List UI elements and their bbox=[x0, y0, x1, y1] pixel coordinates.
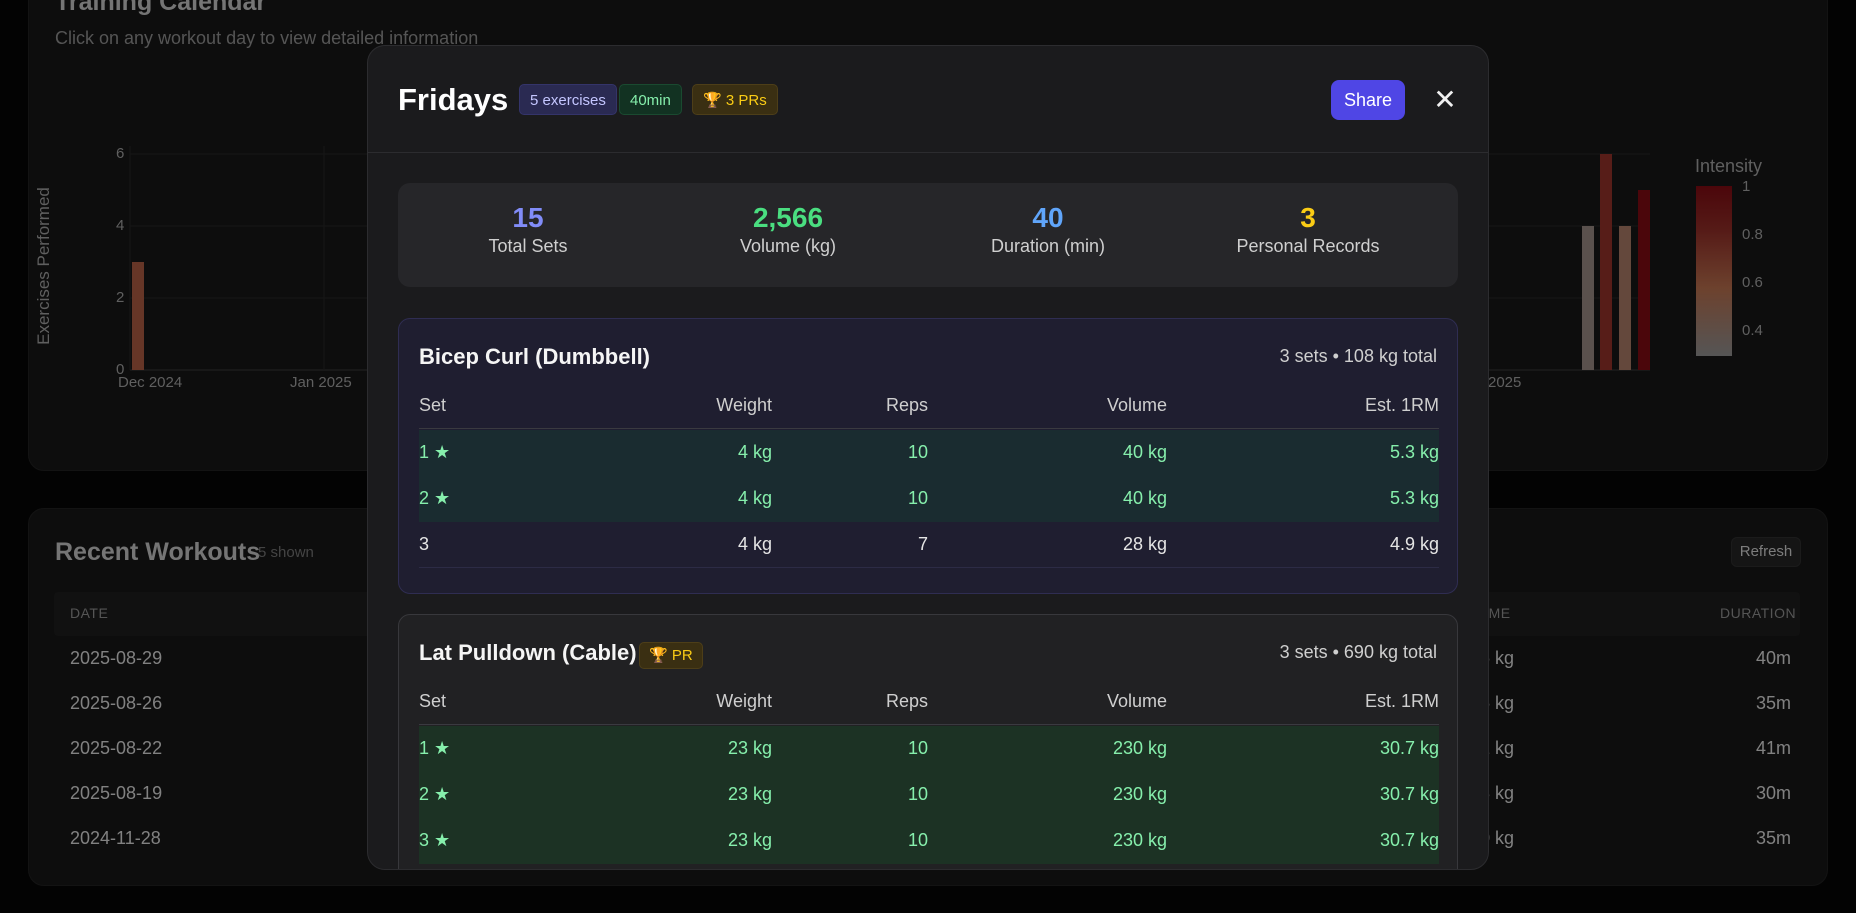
set-weight: 4 kg bbox=[737, 488, 772, 508]
stat-label: Total Sets bbox=[488, 236, 568, 256]
set-est-1rm: 30.7 kg bbox=[1379, 738, 1439, 758]
set-number: 1 ★ bbox=[419, 442, 451, 462]
stat-duration: 40 Duration (min) bbox=[918, 201, 1178, 257]
col-est-1rm: Est. 1RM bbox=[1364, 395, 1439, 415]
col-set: Set bbox=[419, 691, 447, 711]
set-number: 2 ★ bbox=[419, 488, 451, 508]
stat-value: 2,566 bbox=[752, 202, 824, 233]
set-reps: 10 bbox=[907, 442, 928, 462]
col-volume: Volume bbox=[1106, 691, 1167, 711]
stat-volume: 2,566 Volume (kg) bbox=[658, 201, 918, 257]
share-button[interactable]: Share bbox=[1331, 80, 1405, 120]
stats-summary: 15 Total Sets 2,566 Volume (kg) 40 Durat… bbox=[398, 183, 1458, 287]
stat-value: 15 bbox=[512, 202, 544, 233]
col-volume: Volume bbox=[1106, 395, 1167, 415]
exercises-count-badge: 5 exercises bbox=[519, 84, 617, 115]
set-reps: 7 bbox=[917, 534, 928, 554]
col-weight: Weight bbox=[716, 395, 772, 415]
set-volume: 230 kg bbox=[1112, 738, 1167, 758]
set-volume: 28 kg bbox=[1122, 534, 1167, 554]
set-reps: 10 bbox=[907, 784, 928, 804]
exercise-card: Lat Pulldown (Cable) 🏆 PR 3 sets • 690 k… bbox=[398, 614, 1458, 869]
set-est-1rm: 4.9 kg bbox=[1389, 534, 1439, 554]
col-reps: Reps bbox=[885, 395, 928, 415]
set-row-pr: 1 ★ 4 kg 10 40 kg 5.3 kg bbox=[419, 430, 1439, 476]
set-row-pr: 2 ★ 4 kg 10 40 kg 5.3 kg bbox=[419, 476, 1439, 522]
set-row: 3 4 kg 7 28 kg 4.9 kg bbox=[419, 522, 1439, 568]
set-number: 2 ★ bbox=[419, 784, 451, 804]
set-reps: 10 bbox=[907, 738, 928, 758]
sets-table-header: Set Weight Reps Volume Est. 1RM bbox=[419, 679, 1439, 725]
stat-value: 40 bbox=[1032, 202, 1064, 233]
set-volume: 40 kg bbox=[1122, 442, 1167, 462]
modal-title: Fridays bbox=[398, 82, 509, 117]
set-est-1rm: 30.7 kg bbox=[1379, 784, 1439, 804]
duration-badge: 40min bbox=[619, 84, 682, 115]
set-number: 1 ★ bbox=[419, 738, 451, 758]
stat-personal-records: 3 Personal Records bbox=[1178, 201, 1438, 257]
exercise-name: Lat Pulldown (Cable) bbox=[419, 640, 637, 665]
set-row-pr: 3 ★ 23 kg 10 230 kg 30.7 kg bbox=[419, 818, 1439, 864]
col-reps: Reps bbox=[885, 691, 928, 711]
set-weight: 23 kg bbox=[727, 738, 772, 758]
workout-detail-modal: Fridays 5 exercises 40min 🏆 3 PRs Share … bbox=[367, 45, 1489, 870]
stat-label: Volume (kg) bbox=[739, 236, 837, 256]
exercise-card: Bicep Curl (Dumbbell) 3 sets • 108 kg to… bbox=[398, 318, 1458, 594]
set-volume: 40 kg bbox=[1122, 488, 1167, 508]
set-weight: 4 kg bbox=[737, 534, 772, 554]
set-row-pr: 1 ★ 23 kg 10 230 kg 30.7 kg bbox=[419, 726, 1439, 772]
sets-table-header: Set Weight Reps Volume Est. 1RM bbox=[419, 383, 1439, 429]
close-icon[interactable]: ✕ bbox=[1425, 80, 1465, 120]
stat-label: Duration (min) bbox=[990, 236, 1106, 256]
stat-label: Personal Records bbox=[1236, 236, 1380, 256]
set-weight: 23 kg bbox=[727, 784, 772, 804]
pr-badge: 🏆 PR bbox=[639, 642, 703, 669]
exercise-name: Bicep Curl (Dumbbell) bbox=[419, 344, 651, 369]
stat-value: 3 bbox=[1300, 202, 1316, 233]
modal-header: Fridays 5 exercises 40min 🏆 3 PRs Share … bbox=[368, 46, 1488, 153]
set-volume: 230 kg bbox=[1112, 830, 1167, 850]
exercise-summary: 3 sets • 690 kg total bbox=[1279, 642, 1437, 662]
set-row-pr: 2 ★ 23 kg 10 230 kg 30.7 kg bbox=[419, 772, 1439, 818]
col-weight: Weight bbox=[716, 691, 772, 711]
set-est-1rm: 5.3 kg bbox=[1389, 442, 1439, 462]
set-volume: 230 kg bbox=[1112, 784, 1167, 804]
set-est-1rm: 5.3 kg bbox=[1389, 488, 1439, 508]
set-number: 3 bbox=[419, 534, 430, 554]
stat-total-sets: 15 Total Sets bbox=[398, 201, 658, 257]
set-weight: 4 kg bbox=[737, 442, 772, 462]
set-reps: 10 bbox=[907, 830, 928, 850]
col-set: Set bbox=[419, 395, 447, 415]
set-weight: 23 kg bbox=[727, 830, 772, 850]
col-est-1rm: Est. 1RM bbox=[1364, 691, 1439, 711]
set-reps: 10 bbox=[907, 488, 928, 508]
pr-count-badge: 🏆 3 PRs bbox=[692, 84, 778, 115]
set-number: 3 ★ bbox=[419, 830, 451, 850]
exercise-summary: 3 sets • 108 kg total bbox=[1279, 346, 1437, 366]
set-est-1rm: 30.7 kg bbox=[1379, 830, 1439, 850]
